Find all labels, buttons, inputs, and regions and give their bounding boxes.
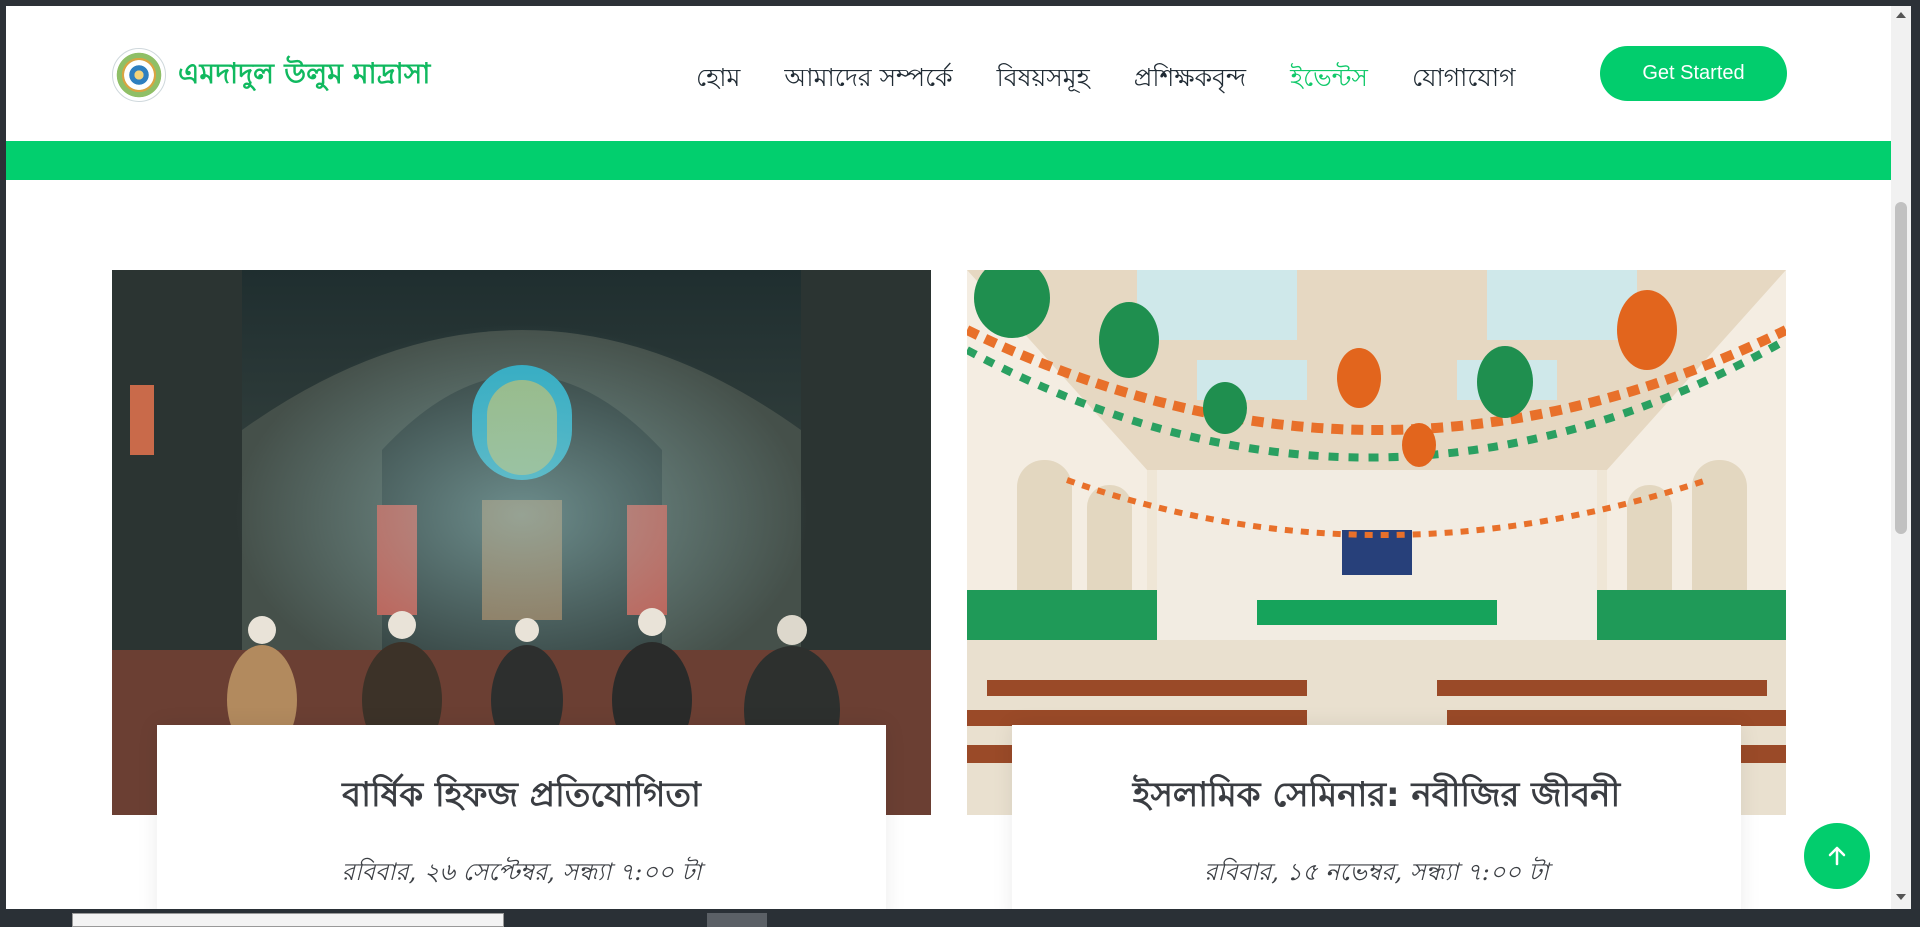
nav-item-trainers[interactable]: প্রশিক্ষকবৃন্দ [1134,58,1246,101]
brand-name: এমদাদুল উলুম মাদ্রাসা [178,56,431,90]
event-card-body: ইসলামিক সেমিনার: নবীজির জীবনী রবিবার, ১৫… [1012,725,1741,909]
scroll-to-top-button[interactable] [1804,823,1870,889]
get-started-button[interactable]: Get Started [1600,46,1787,101]
nav-item-subjects[interactable]: বিষয়সমূহ [997,58,1090,101]
nav-item-events[interactable]: ইভেন্টস [1290,58,1368,101]
nav-item-about[interactable]: আমাদের সম্পর্কে [784,58,952,101]
event-date: রবিবার, ১৫ নভেম্বর, সন্ধ্যা ৭:০০ টা [1204,858,1549,886]
scroll-down-arrow-icon[interactable] [1896,894,1906,900]
page-title-bar [6,141,1891,180]
arrow-up-icon [1828,846,1846,866]
event-date: রবিবার, ২৬ সেপ্টেম্বর, সন্ধ্যা ৭:০০ টা [341,858,702,886]
main-nav: হোম আমাদের সম্পর্কে বিষয়সমূহ প্রশিক্ষকব… [696,58,1559,101]
vertical-scrollbar[interactable] [1891,6,1911,909]
nav-item-home[interactable]: হোম [696,58,740,101]
brand[interactable]: এমদাদুল উলুম মাদ্রাসা [112,48,431,102]
taskbar-window-preview[interactable] [72,913,504,927]
taskbar-tab[interactable] [707,913,767,927]
event-title[interactable]: বার্ষিক হিফজ প্রতিযোগিতা [157,769,886,826]
event-title[interactable]: ইসলামিক সেমিনার: নবীজির জীবনী [1012,769,1741,826]
scroll-up-arrow-icon[interactable] [1896,12,1906,18]
site-header: এমদাদুল উলুম মাদ্রাসা হোম আমাদের সম্পর্ক… [6,6,1891,141]
scrollbar-thumb[interactable] [1895,202,1907,534]
madrasa-logo-icon [112,48,166,102]
nav-item-contact[interactable]: যোগাযোগ [1412,58,1516,101]
event-card-body: বার্ষিক হিফজ প্রতিযোগিতা রবিবার, ২৬ সেপ্… [157,725,886,909]
browser-viewport: এমদাদুল উলুম মাদ্রাসা হোম আমাদের সম্পর্ক… [6,6,1891,909]
